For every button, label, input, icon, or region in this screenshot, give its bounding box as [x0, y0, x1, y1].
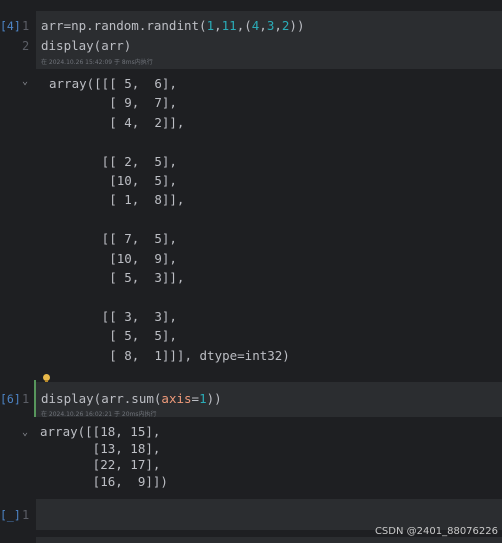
code-number: 1 — [206, 18, 215, 33]
output-line: [ 4, 2]], — [49, 114, 185, 130]
output-line: [ 8, 1]]], dtype=int32) — [49, 347, 290, 363]
code-token: )) — [206, 391, 222, 406]
output-line: [ 1, 8]], — [49, 192, 185, 208]
cell-3-exec-count: [_] — [0, 508, 21, 522]
cell-3-line-number-1: 1 — [22, 508, 30, 522]
cell-2-exec-count: [6] — [0, 392, 21, 406]
code-token: display(arr.sum( — [41, 391, 162, 406]
code-token: , — [274, 18, 282, 33]
code-number: 1 — [199, 391, 207, 406]
output-line: [16, 9]]) — [40, 473, 168, 489]
cell-1-output: array([[[ 5, 6], [ 9, 7], [ 4, 2]], [[ 2… — [49, 74, 290, 365]
next-cell-editor[interactable] — [36, 537, 502, 543]
cell-2-line-number-1: 1 — [22, 392, 30, 406]
output-line: [[ 2, 5], — [49, 153, 177, 169]
cell-2-code-line-1[interactable]: display(arr.sum(axis=1)) — [41, 391, 222, 406]
code-token: ,( — [236, 18, 252, 33]
cell-1-exec-count: [4] — [0, 19, 21, 33]
chevron-down-icon[interactable]: ⌄ — [22, 427, 28, 438]
code-token: = — [191, 391, 200, 406]
code-token: , — [259, 18, 267, 33]
code-token: , — [214, 18, 222, 33]
code-token: arr=np.random.randint( — [41, 18, 207, 33]
code-number: 11 — [221, 18, 237, 33]
output-line: [10, 5], — [49, 173, 177, 189]
active-cell-indicator — [34, 380, 36, 417]
watermark: CSDN @2401_88076226 — [374, 526, 498, 537]
cell-1-line-number-1: 1 — [22, 19, 30, 33]
cell-1-code-line-2[interactable]: display(arr) — [41, 38, 131, 53]
cell-1-line-number-2: 2 — [22, 39, 30, 53]
cell-1-exec-meta: 在 2024.10.26 15:42:09 于 8ms内执行 — [41, 59, 153, 66]
output-line: array([[18, 15], — [40, 424, 161, 439]
output-line: [ 5, 3]], — [49, 270, 185, 286]
cell-2-output: array([[18, 15], [13, 18], [22, 17], [16… — [40, 424, 168, 490]
output-line: [ 9, 7], — [49, 95, 177, 111]
output-line: [10, 9], — [49, 250, 177, 266]
cell-1-code-line-1[interactable]: arr=np.random.randint(1,11,(4,3,2)) — [41, 18, 304, 33]
output-line: [13, 18], — [40, 440, 161, 456]
output-line: [[ 3, 3], — [49, 308, 177, 324]
cell-2-exec-meta: 在 2024.10.26 16:02:21 于 20ms内执行 — [41, 411, 157, 418]
output-line: [ 5, 5], — [49, 328, 177, 344]
output-line: array([[[ 5, 6], — [49, 76, 177, 91]
chevron-down-icon[interactable]: ⌄ — [22, 76, 28, 87]
code-token: )) — [289, 18, 305, 33]
output-line: [[ 7, 5], — [49, 231, 177, 247]
output-line: [22, 17], — [40, 457, 161, 473]
notebook: [4] 1 2 arr=np.random.randint(1,11,(4,3,… — [0, 0, 502, 543]
code-keyword-arg: axis — [161, 391, 192, 406]
